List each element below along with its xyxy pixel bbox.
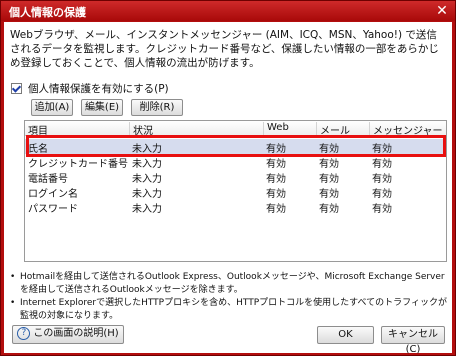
table-header: 項目 状況 Web メール メッセンジャー — [25, 121, 446, 137]
cell-status: 未入力 — [132, 159, 162, 170]
note-item: Hotmailを経由して送信されるOutlook Express、Outlook… — [10, 271, 450, 297]
delete-button[interactable]: 削除(R) — [131, 99, 183, 116]
cell-item: ログイン名 — [28, 189, 78, 200]
cancel-button[interactable]: キャンセル(C) — [381, 326, 445, 355]
add-button[interactable]: 追加(A) — [31, 99, 73, 116]
protection-checkbox[interactable] — [11, 83, 22, 94]
dialog-window: 個人情報の保護 ✕ Webブラウザ、メール、インスタントメッセンジャー (AIM… — [0, 0, 456, 356]
note-item: Internet Explorerで選択したHTTPプロキシを含め、HTTPプロ… — [10, 297, 450, 323]
table-row[interactable]: パスワード 未入力 有効 有効 有効 — [25, 199, 446, 215]
table-row[interactable]: クレジットカード番号 未入力 有効 有効 有効 — [25, 154, 446, 170]
notes-section: Hotmailを経由して送信されるOutlook Express、Outlook… — [10, 271, 450, 323]
edit-button[interactable]: 編集(E) — [81, 99, 123, 116]
cell-messenger: 有効 — [372, 144, 392, 155]
cell-status: 未入力 — [132, 174, 162, 185]
table-row[interactable]: 氏名 未入力 有効 有効 有効 — [25, 139, 446, 155]
column-header-web[interactable]: Web — [263, 122, 316, 135]
cell-web: 有効 — [266, 159, 286, 170]
cell-status: 未入力 — [132, 144, 162, 155]
cell-web: 有効 — [266, 174, 286, 185]
cell-mail: 有効 — [319, 159, 339, 170]
cell-mail: 有効 — [319, 174, 339, 185]
close-icon[interactable]: ✕ — [433, 3, 451, 19]
cell-mail: 有効 — [319, 204, 339, 215]
help-question-icon: ? — [17, 326, 31, 340]
dialog-title: 個人情報の保護 — [9, 6, 86, 19]
column-header-messenger[interactable]: メッセンジャー — [369, 122, 446, 137]
dialog-body: Webブラウザ、メール、インスタントメッセンジャー (AIM、ICQ、MSN、Y… — [4, 22, 452, 355]
cell-item: パスワード — [28, 204, 78, 215]
protection-toggle-row[interactable]: 個人情報保護を有効にする(P) — [11, 81, 169, 96]
table-row[interactable]: ログイン名 未入力 有効 有効 有効 — [25, 184, 446, 200]
cell-web: 有効 — [266, 144, 286, 155]
cell-mail: 有効 — [319, 189, 339, 200]
ok-button[interactable]: OK — [317, 326, 374, 344]
cell-messenger: 有効 — [372, 159, 392, 170]
cell-item: 氏名 — [28, 144, 48, 155]
cell-status: 未入力 — [132, 204, 162, 215]
personal-info-table: 項目 状況 Web メール メッセンジャー 氏名 未入力 有効 有効 有効 クレ… — [24, 120, 447, 262]
table-row[interactable]: 電話番号 未入力 有効 有効 有効 — [25, 169, 446, 185]
description-text: Webブラウザ、メール、インスタントメッセンジャー (AIM、ICQ、MSN、Y… — [10, 29, 439, 69]
title-bar[interactable]: 個人情報の保護 ✕ — [1, 1, 455, 21]
cell-web: 有効 — [266, 189, 286, 200]
cell-web: 有効 — [266, 204, 286, 215]
cell-messenger: 有効 — [372, 174, 392, 185]
protection-checkbox-label: 個人情報保護を有効にする(P) — [28, 83, 169, 95]
cell-item: クレジットカード番号 — [28, 159, 128, 170]
cell-mail: 有効 — [319, 144, 339, 155]
column-header-status[interactable]: 状況 — [129, 122, 263, 137]
column-header-item[interactable]: 項目 — [25, 122, 129, 137]
help-button-label: この画面の説明(H) — [33, 328, 119, 339]
cell-messenger: 有効 — [372, 189, 392, 200]
cell-item: 電話番号 — [28, 174, 68, 185]
help-button[interactable]: ? この画面の説明(H) — [12, 325, 124, 344]
cell-messenger: 有効 — [372, 204, 392, 215]
column-header-mail[interactable]: メール — [316, 122, 369, 137]
cell-status: 未入力 — [132, 189, 162, 200]
